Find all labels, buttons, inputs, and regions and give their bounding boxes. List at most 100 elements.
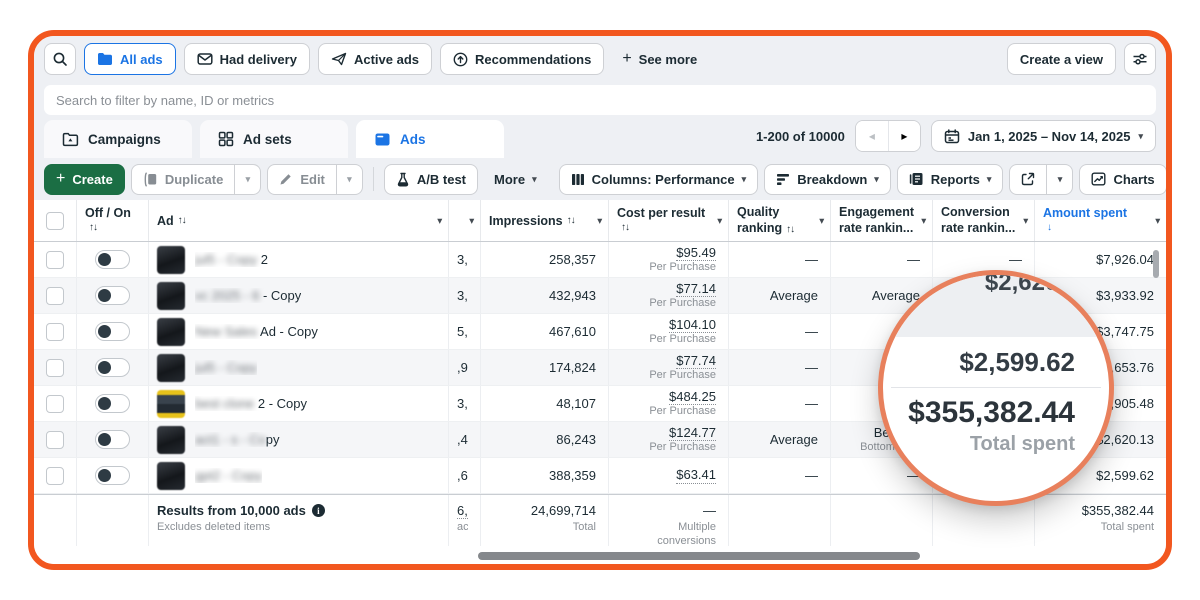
chevron-down-icon[interactable]: ▾ [437, 216, 442, 225]
filter-all-ads[interactable]: All ads [84, 43, 176, 75]
search-button[interactable] [44, 43, 76, 75]
duplicate-button[interactable]: Duplicate [131, 164, 236, 195]
ad-toggle[interactable] [95, 286, 130, 305]
cost-per-result-value[interactable]: $77.14 [676, 281, 716, 298]
toggle-knob [98, 289, 111, 302]
ad-cell[interactable]: jul5 - Copy 2 [148, 242, 448, 277]
ad-toggle[interactable] [95, 250, 130, 269]
pager: ◂ ▸ [855, 120, 921, 152]
filter-had-delivery[interactable]: Had delivery [184, 43, 310, 75]
ad-name[interactable]: vc 2025 - 6 - Copy [195, 288, 301, 303]
cost-per-result-value[interactable]: $104.10 [669, 317, 716, 334]
export-dropdown-button[interactable]: ▾ [1047, 164, 1073, 195]
chevron-down-icon[interactable]: ▾ [819, 216, 824, 225]
header-select-all[interactable] [34, 200, 76, 241]
header-ad[interactable]: Ad↑↓ ▾ [148, 200, 448, 241]
horizontal-scrollbar[interactable] [478, 552, 920, 560]
row-checkbox[interactable] [46, 467, 64, 485]
create-button[interactable]: + Create [44, 164, 125, 195]
chevron-down-icon[interactable]: ▾ [717, 216, 722, 225]
results-total-sub: acco... [457, 520, 468, 535]
export-button[interactable] [1009, 164, 1047, 195]
chevron-down-icon[interactable]: ▾ [597, 216, 602, 225]
columns-button[interactable]: Columns: Performance ▾ [559, 164, 759, 195]
ad-name[interactable]: jul5 - Copy [195, 360, 257, 375]
row-checkbox[interactable] [46, 323, 64, 341]
ad-name-clear: py [266, 432, 280, 447]
row-checkbox[interactable] [46, 251, 64, 269]
ad-name[interactable]: jul5 - Copy 2 [195, 252, 268, 267]
results-cell: ,992 [448, 350, 480, 385]
filter-recommendations[interactable]: Recommendations [440, 43, 604, 75]
header-off-on[interactable]: Off / On↑↓ [76, 200, 148, 241]
cost-per-result-value[interactable]: $95.49 [676, 245, 716, 262]
more-button[interactable]: More ▾ [484, 163, 547, 195]
ad-cell[interactable]: best clone 2 - Copy [148, 386, 448, 421]
more-label: More [494, 172, 525, 187]
header-cost-per-result[interactable]: Cost per result↑↓ ▾ [608, 200, 728, 241]
vertical-scrollbar[interactable] [1153, 250, 1159, 278]
ad-thumbnail [157, 462, 185, 490]
reports-button[interactable]: Reports ▾ [897, 164, 1004, 195]
plus-icon: + [622, 51, 631, 67]
ab-test-button[interactable]: A/B test [384, 164, 478, 195]
row-checkbox[interactable] [46, 287, 64, 305]
ad-toggle[interactable] [95, 358, 130, 377]
ad-cell[interactable]: gpt2 - Copy [148, 458, 448, 493]
ad-cell[interactable]: act1 - s - Copy [148, 422, 448, 457]
date-range-button[interactable]: Jan 1, 2025 – Nov 14, 2025 ▾ [931, 120, 1156, 152]
header-amount-spent[interactable]: Amount spent↓ ▾ [1034, 200, 1166, 241]
ad-cell[interactable]: New Sales Ad - Copy [148, 314, 448, 349]
chevron-down-icon[interactable]: ▾ [921, 216, 926, 225]
cost-per-result-value[interactable]: $484.25 [669, 389, 716, 406]
chevron-down-icon[interactable]: ▾ [1023, 216, 1028, 225]
ad-toggle[interactable] [95, 430, 130, 449]
ad-toggle[interactable] [95, 322, 130, 341]
prev-page-button[interactable]: ◂ [856, 121, 888, 151]
charts-button[interactable]: Charts [1079, 164, 1166, 195]
cost-per-result-value[interactable]: $77.74 [676, 353, 716, 370]
edit-button[interactable]: Edit [267, 164, 337, 195]
row-checkbox[interactable] [46, 395, 64, 413]
create-a-view-button[interactable]: Create a view [1007, 43, 1116, 75]
tab-ads[interactable]: Ads [356, 120, 504, 158]
header-conversion-ranking[interactable]: Conversionrate rankin... ▾ [932, 200, 1034, 241]
header-engagement-ranking[interactable]: Engagementrate rankin... ▾ [830, 200, 932, 241]
select-all-checkbox[interactable] [46, 212, 64, 230]
results-total-value[interactable]: 6,374 [457, 503, 468, 519]
duplicate-dropdown-button[interactable]: ▾ [235, 164, 261, 195]
cost-per-result-value[interactable]: $124.77 [669, 425, 716, 442]
ad-name[interactable]: gpt2 - Copy [195, 468, 262, 483]
filter-active-ads[interactable]: Active ads [318, 43, 432, 75]
quality-ranking-cell: — [728, 458, 830, 493]
footer-checkbox-spacer [34, 495, 76, 549]
header-quality-ranking[interactable]: Qualityranking↑↓ ▾ [728, 200, 830, 241]
cost-per-result-value[interactable]: $63.41 [676, 467, 716, 484]
edit-dropdown-button[interactable]: ▾ [337, 164, 363, 195]
header-results-clipped[interactable]: ▾ [448, 200, 480, 241]
chevron-down-icon[interactable]: ▾ [1155, 216, 1160, 225]
ad-name[interactable]: best clone 2 - Copy [195, 396, 307, 411]
ad-cell[interactable]: jul5 - Copy [148, 350, 448, 385]
search-input[interactable] [44, 85, 1156, 115]
row-toggle-cell [76, 242, 148, 277]
ad-name[interactable]: New Sales Ad - Copy [195, 324, 318, 339]
ad-cell[interactable]: vc 2025 - 6 - Copy [148, 278, 448, 313]
see-more-button[interactable]: + See more [612, 43, 707, 75]
ads-card-icon [374, 132, 391, 147]
row-checkbox[interactable] [46, 359, 64, 377]
row-checkbox[interactable] [46, 431, 64, 449]
paper-plane-icon [331, 52, 347, 66]
toggle-knob [98, 361, 111, 374]
ad-toggle[interactable] [95, 466, 130, 485]
chevron-down-icon[interactable]: ▾ [469, 216, 474, 225]
breakdown-button[interactable]: Breakdown ▾ [764, 164, 891, 195]
info-icon[interactable]: i [312, 504, 325, 517]
ad-toggle[interactable] [95, 394, 130, 413]
next-page-button[interactable]: ▸ [888, 121, 920, 151]
tab-campaigns[interactable]: Campaigns [44, 120, 192, 158]
tab-ad-sets[interactable]: Ad sets [200, 120, 348, 158]
view-settings-button[interactable] [1124, 43, 1156, 75]
header-impressions[interactable]: Impressions↑↓ ▾ [480, 200, 608, 241]
ad-name[interactable]: act1 - s - Copy [195, 432, 280, 447]
